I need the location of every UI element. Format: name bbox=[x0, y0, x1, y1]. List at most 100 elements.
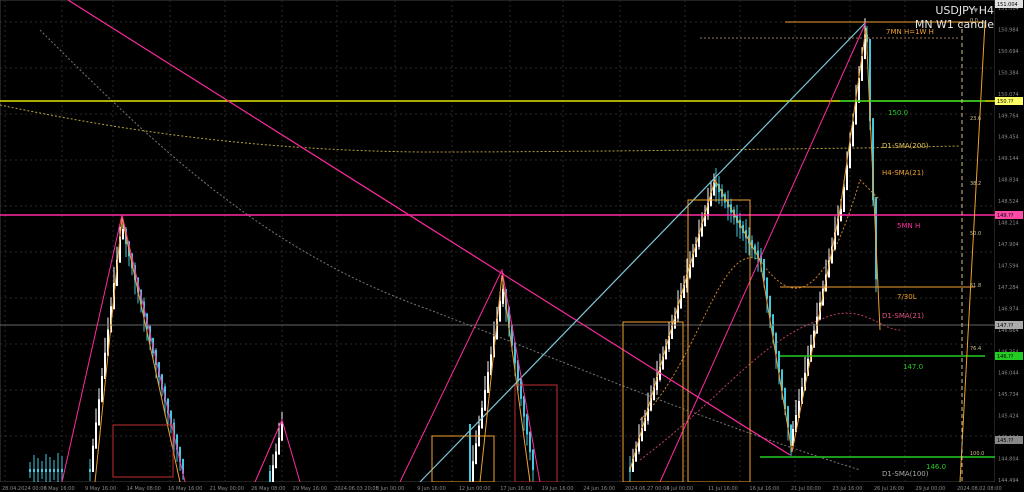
candle-body bbox=[843, 187, 845, 212]
candle-body bbox=[49, 469, 51, 472]
price-tick-label: 146.044 bbox=[998, 371, 1019, 377]
candle-body bbox=[37, 469, 39, 472]
time-tick-label: 29 Jul 00:00 bbox=[915, 486, 945, 492]
candle-body bbox=[272, 465, 274, 482]
price-axis[interactable]: 151.004 150.984 150.694 150.384 150.074 149.7… bbox=[995, 0, 1024, 492]
candle-body bbox=[92, 445, 94, 472]
price-tick-label: 150.384 bbox=[998, 70, 1019, 76]
candle-body bbox=[45, 469, 47, 472]
candle-body bbox=[95, 422, 97, 449]
fib-level-label: 61.8 bbox=[970, 283, 981, 289]
drawing-objects-layer[interactable] bbox=[0, 0, 995, 483]
level-147-label: 147.0 bbox=[903, 363, 923, 371]
price-marker-label: 146.?? bbox=[997, 354, 1014, 360]
time-tick-label: 2024.06.27 00:00 bbox=[625, 486, 670, 492]
price-tick-label: 146.974 bbox=[998, 306, 1019, 312]
candle-body bbox=[472, 461, 474, 482]
candle-body bbox=[532, 449, 534, 471]
annotation-labels-layer: 7MN H=1W H150.0D1-SMA(200)H4-SMA(21)5MN … bbox=[882, 18, 984, 478]
candle-body bbox=[484, 389, 486, 411]
price-tick-label: 145.734 bbox=[998, 392, 1019, 398]
time-tick-label: 17 Jun 16:00 bbox=[500, 486, 532, 492]
candle-body bbox=[526, 413, 528, 435]
orange-box bbox=[622, 321, 684, 483]
candle-body bbox=[53, 469, 55, 472]
orange-box bbox=[431, 435, 495, 483]
time-tick-label: 23 Jul 16:00 bbox=[832, 486, 862, 492]
price-tick-label: 147.284 bbox=[998, 285, 1019, 291]
time-tick-label: 16 Jul 16:00 bbox=[749, 486, 779, 492]
candle-body bbox=[487, 372, 489, 393]
candle-body bbox=[475, 443, 477, 465]
fib-level-label: 76.4 bbox=[970, 346, 981, 352]
candle-body bbox=[33, 469, 35, 472]
time-tick-label: 5 Jun 00:00 bbox=[376, 486, 405, 492]
d1-sma21-line bbox=[639, 312, 901, 461]
time-tick-label: 26 May 08:00 bbox=[251, 486, 285, 492]
price-tick-label: 150.074 bbox=[998, 92, 1019, 98]
price-tick-label: 150.694 bbox=[998, 49, 1019, 55]
price-tick-label: 149.764 bbox=[998, 113, 1019, 119]
price-marker-label: 151.004 bbox=[997, 2, 1018, 8]
price-tick-label: 144.804 bbox=[998, 457, 1019, 463]
candle-body bbox=[57, 469, 59, 472]
h4-sma21-line bbox=[639, 179, 881, 421]
price-tick-label: 148.834 bbox=[998, 178, 1019, 184]
candle-body bbox=[469, 424, 471, 482]
level-146-label: 146.0 bbox=[926, 463, 946, 471]
time-tick-label: 2024.06.03 20:00 bbox=[334, 486, 379, 492]
orange-box bbox=[687, 199, 751, 483]
time-tick-label: 14 May 08:00 bbox=[127, 486, 161, 492]
time-tick-label: 21 May 00:00 bbox=[210, 486, 244, 492]
time-tick-label: 9 May 16:00 bbox=[85, 486, 116, 492]
time-tick-label: 12 Jun 00:00 bbox=[459, 486, 491, 492]
price-chart-canvas[interactable]: 7MN H=1W H150.0D1-SMA(200)H4-SMA(21)5MN … bbox=[0, 0, 1024, 492]
candle-info-label: MN W1 candle bbox=[914, 18, 994, 31]
time-tick-label: 11 Jul 16:00 bbox=[708, 486, 738, 492]
candle-body bbox=[41, 469, 43, 472]
d1-sma200-line bbox=[0, 104, 961, 153]
fib-level-label: 38.2 bbox=[970, 181, 981, 187]
candle-body bbox=[269, 470, 271, 482]
time-tick-label: 2024.08.02 08:00 bbox=[957, 486, 1002, 492]
grid-layer bbox=[0, 0, 996, 483]
price-tick-label: 148.214 bbox=[998, 221, 1019, 227]
price-tick-label: 148.524 bbox=[998, 199, 1019, 205]
h4-sma21-label: H4-SMA(21) bbox=[882, 169, 924, 177]
chart-border bbox=[0, 0, 996, 483]
level-150-label: 150.0 bbox=[888, 109, 908, 117]
time-tick-label: 16 May 16:00 bbox=[168, 486, 202, 492]
price-marker-label: 149.?? bbox=[997, 213, 1014, 219]
candle-body bbox=[122, 229, 124, 240]
price-marker-label: 150.?? bbox=[997, 99, 1014, 105]
time-tick-label: 28.04.2024 00:00 bbox=[2, 486, 47, 492]
price-tick-label: 147.594 bbox=[998, 263, 1019, 269]
price-tick-label: 147.904 bbox=[998, 242, 1019, 248]
price-marker-label: 147.?? bbox=[997, 323, 1014, 329]
candle-body bbox=[101, 376, 103, 403]
price-tick-label: 145.424 bbox=[998, 414, 1019, 420]
time-axis[interactable]: 28.04.2024 00:006 May 16:00 9 May 16:00 14… bbox=[0, 482, 1024, 492]
time-tick-label: 26 Jul 16:00 bbox=[874, 486, 904, 492]
chevron-down-icon[interactable]: ▾ bbox=[973, 6, 978, 16]
d1-sma100-label: D1-SMA(100) bbox=[882, 470, 929, 478]
d1-sma21-label: D1-SMA(21) bbox=[882, 312, 924, 320]
fib-level-label: 23.6 bbox=[970, 116, 981, 122]
price-tick-label: 149.144 bbox=[998, 156, 1019, 162]
price-tick-label: 149.454 bbox=[998, 135, 1019, 141]
moving-averages-layer bbox=[0, 29, 961, 471]
time-tick-label: 9 Jun 16:00 bbox=[417, 486, 446, 492]
candle-body bbox=[281, 424, 283, 441]
candle-body bbox=[98, 399, 100, 426]
pink-triangle bbox=[254, 418, 301, 483]
time-tick-label: 21 Jul 00:00 bbox=[791, 486, 821, 492]
candle-body bbox=[278, 437, 280, 455]
candle-body bbox=[529, 431, 531, 453]
fib-level-label: 50.0 bbox=[970, 231, 981, 237]
red-box bbox=[112, 424, 174, 478]
candle-body bbox=[275, 451, 277, 469]
candle-body bbox=[61, 469, 63, 472]
price-tick-label: 150.984 bbox=[998, 27, 1019, 33]
price-marker-label: 145.?? bbox=[997, 438, 1014, 444]
time-tick-label: 24 Jun 16:00 bbox=[583, 486, 615, 492]
